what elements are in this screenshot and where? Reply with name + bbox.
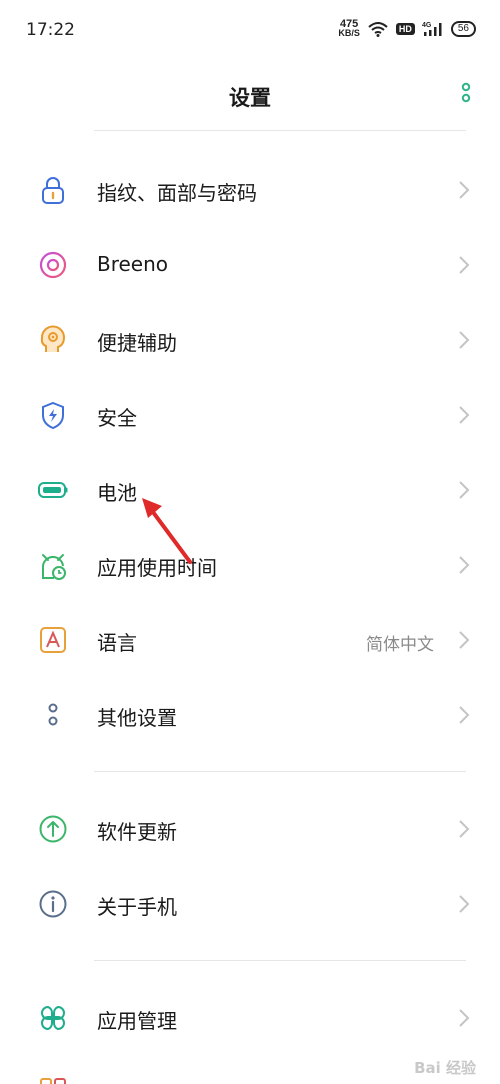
chevron-right-icon bbox=[459, 631, 470, 649]
chevron-right-icon bbox=[459, 331, 470, 349]
settings-item-battery[interactable]: 电池 bbox=[0, 452, 500, 527]
settings-item-label: 便捷辅助 bbox=[97, 331, 177, 355]
settings-item-label: 软件更新 bbox=[97, 820, 177, 844]
wifi-icon bbox=[368, 22, 388, 37]
divider bbox=[94, 960, 466, 961]
chevron-right-icon bbox=[459, 256, 470, 274]
chevron-right-icon bbox=[459, 481, 470, 499]
settings-item-label: 应用管理 bbox=[97, 1009, 177, 1033]
head-assist-icon bbox=[40, 325, 66, 352]
divider bbox=[94, 771, 466, 772]
breeno-icon bbox=[39, 251, 67, 279]
settings-item-language[interactable]: 语言 简体中文 bbox=[0, 602, 500, 677]
chevron-right-icon bbox=[459, 820, 470, 838]
settings-item-fingerprint-face-password[interactable]: 指纹、面部与密码 bbox=[0, 152, 500, 227]
chevron-right-icon bbox=[459, 1009, 470, 1027]
settings-item-convenience-assist[interactable]: 便捷辅助 bbox=[0, 302, 500, 377]
more-options-icon[interactable] bbox=[458, 82, 474, 108]
settings-item-label: 安全 bbox=[97, 406, 137, 430]
language-value: 简体中文 bbox=[366, 635, 434, 655]
signal-4g-icon: 4G bbox=[422, 22, 442, 36]
signal-label: 4G bbox=[422, 22, 432, 29]
settings-item-label: 语言 bbox=[97, 631, 137, 655]
settings-item-label: 其他设置 bbox=[97, 706, 177, 730]
battery-indicator: 56 bbox=[450, 21, 476, 37]
settings-item-label: 指纹、面部与密码 bbox=[97, 181, 257, 205]
header: 设置 bbox=[0, 60, 500, 128]
settings-item-about-phone[interactable]: 关于手机 bbox=[0, 866, 500, 941]
chevron-right-icon bbox=[459, 556, 470, 574]
battery-icon bbox=[38, 482, 68, 498]
settings-item-app-management[interactable]: 应用管理 bbox=[0, 980, 500, 1055]
language-a-icon bbox=[40, 627, 66, 653]
divider bbox=[94, 130, 466, 131]
chevron-right-icon bbox=[459, 181, 470, 199]
settings-item-label: 关于手机 bbox=[97, 895, 177, 919]
settings-item-security[interactable]: 安全 bbox=[0, 377, 500, 452]
chevron-right-icon bbox=[459, 706, 470, 724]
app-split-icon bbox=[40, 1078, 66, 1084]
chevron-right-icon bbox=[459, 406, 470, 424]
app-grid-icon bbox=[41, 1005, 65, 1031]
dots-icon bbox=[48, 703, 58, 726]
settings-item-other-settings[interactable]: 其他设置 bbox=[0, 677, 500, 752]
info-icon bbox=[39, 890, 67, 918]
settings-item-label: Breeno bbox=[97, 252, 169, 276]
watermark: Bai 经验 bbox=[414, 1059, 476, 1077]
shield-bolt-icon bbox=[42, 401, 64, 430]
settings-item-label: 电池 bbox=[97, 481, 137, 505]
chevron-right-icon bbox=[459, 895, 470, 913]
page-title: 设置 bbox=[229, 86, 271, 110]
lock-icon bbox=[42, 177, 64, 204]
status-time: 17:22 bbox=[26, 20, 75, 40]
clock-timer-icon bbox=[41, 554, 66, 580]
settings-item-app-usage-time[interactable]: 应用使用时间 bbox=[0, 527, 500, 602]
net-speed: 475 KB/S bbox=[338, 18, 360, 38]
settings-item-software-update[interactable]: 软件更新 bbox=[0, 791, 500, 866]
settings-item-breeno[interactable]: Breeno bbox=[0, 227, 500, 302]
status-icons: 475 KB/S HD 4G 56 bbox=[338, 18, 476, 38]
annotation-arrow-icon bbox=[142, 498, 192, 564]
status-bar: 17:22 475 KB/S HD 4G 56 bbox=[0, 0, 500, 60]
hd-badge: HD bbox=[395, 23, 415, 35]
update-arrow-icon bbox=[39, 815, 67, 843]
